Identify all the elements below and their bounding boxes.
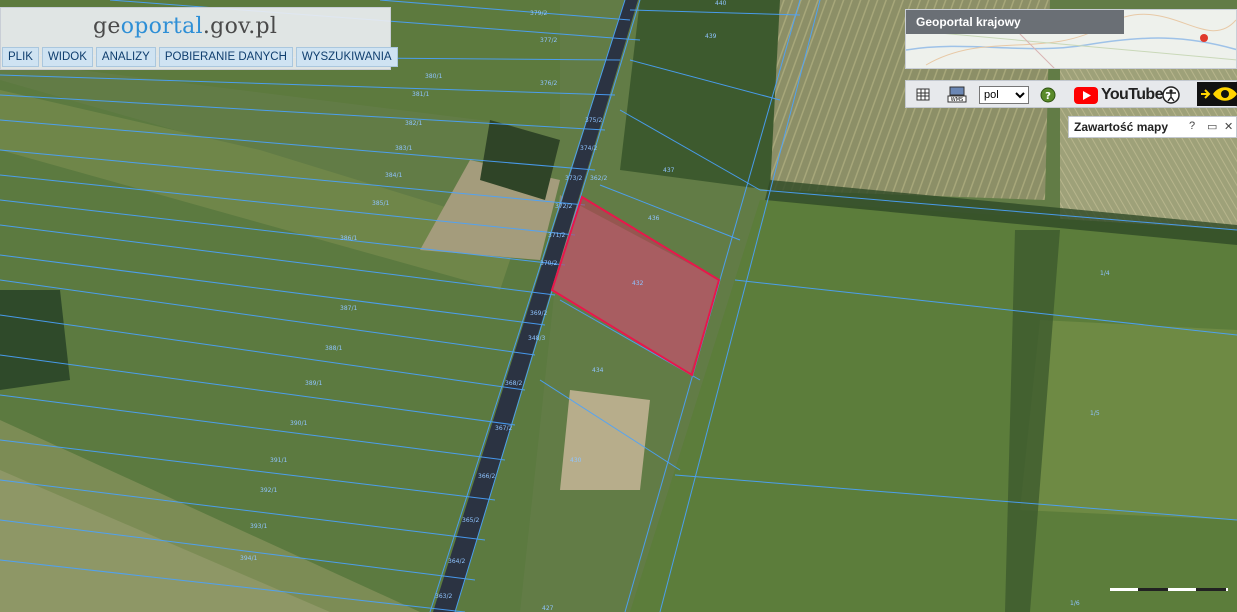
parcel-label: 364/2 bbox=[448, 558, 465, 565]
minimize-button[interactable]: ▭ bbox=[1207, 120, 1217, 133]
parcel-label: 391/1 bbox=[270, 457, 287, 464]
parcel-label: 367/2 bbox=[495, 425, 512, 432]
svg-text:WMS: WMS bbox=[951, 97, 963, 103]
youtube-icon bbox=[1074, 86, 1098, 104]
parcel-label: 380/1 bbox=[425, 73, 442, 80]
help-icon[interactable]: ? bbox=[1039, 85, 1057, 104]
parcel-label: 374/2 bbox=[580, 145, 597, 152]
toolbar: WMS pol ? YouTube bbox=[905, 80, 1237, 108]
parcel-label: 427 bbox=[542, 605, 554, 612]
parcel-label: 386/1 bbox=[340, 235, 357, 242]
parcel-label: 369/2 bbox=[530, 310, 547, 317]
wms-icon[interactable]: WMS bbox=[947, 85, 967, 104]
menu-pobieranie-danych[interactable]: POBIERANIE DANYCH bbox=[158, 47, 293, 67]
parcel-label: 394/1 bbox=[240, 555, 257, 562]
geoportal-logo[interactable]: geoportal.gov.pl bbox=[93, 14, 277, 39]
menu-widok[interactable]: WIDOK bbox=[41, 47, 93, 67]
parcel-label: 362/2 bbox=[590, 175, 607, 182]
close-button[interactable]: ✕ bbox=[1224, 120, 1233, 133]
language-select[interactable]: pol bbox=[979, 86, 1029, 104]
parcel-label: 393/1 bbox=[250, 523, 267, 530]
parcel-label: 375/2 bbox=[585, 117, 602, 124]
main-menu: PLIK WIDOK ANALIZY POBIERANIE DANYCH WYS… bbox=[1, 47, 398, 67]
parcel-label: 388/1 bbox=[325, 345, 342, 352]
parcel-label: 348/3 bbox=[528, 335, 545, 342]
location-marker-icon bbox=[1200, 34, 1208, 42]
parcel-label: 370/2 bbox=[540, 260, 557, 267]
parcel-label: 392/1 bbox=[260, 487, 277, 494]
parcel-label: 1/6 bbox=[1070, 600, 1080, 607]
parcel-label: 434 bbox=[592, 367, 604, 374]
parcel-label: 382/1 bbox=[405, 120, 422, 127]
parcel-label: 439 bbox=[705, 33, 717, 40]
parcel-label: 381/1 bbox=[412, 91, 429, 98]
parcel-label: 432 bbox=[632, 280, 644, 287]
parcel-label: 363/2 bbox=[435, 593, 452, 600]
parcel-label: 437 bbox=[663, 167, 675, 174]
parcel-label: 384/1 bbox=[385, 172, 402, 179]
youtube-link[interactable]: YouTube bbox=[1074, 84, 1163, 106]
logo-menu-panel: geoportal.gov.pl PLIK WIDOK ANALIZY POBI… bbox=[0, 7, 398, 70]
menu-analizy[interactable]: ANALIZY bbox=[95, 47, 156, 67]
overview-map-title: Geoportal krajowy bbox=[906, 10, 1124, 34]
help-button[interactable]: ? bbox=[1189, 120, 1195, 132]
parcel-label: 376/2 bbox=[540, 80, 557, 87]
parcel-label: 430 bbox=[570, 457, 582, 464]
high-contrast-button[interactable] bbox=[1197, 82, 1237, 106]
map-content-panel: Zawartość mapy ? ▭ ✕ bbox=[1068, 116, 1237, 138]
menu-plik[interactable]: PLIK bbox=[2, 47, 39, 67]
parcel-label: 372/2 bbox=[555, 203, 572, 210]
parcel-label: 390/1 bbox=[290, 420, 307, 427]
parcel-label: 1/5 bbox=[1090, 410, 1100, 417]
parcel-label: 373/2 bbox=[565, 175, 582, 182]
parcel-label: 436 bbox=[648, 215, 660, 222]
parcel-label: 385/1 bbox=[372, 200, 389, 207]
parcel-label: 379/2 bbox=[530, 10, 547, 17]
parcel-label: 371/2 bbox=[548, 232, 565, 239]
overview-map[interactable]: Geoportal krajowy bbox=[905, 9, 1237, 69]
table-icon[interactable] bbox=[915, 85, 931, 104]
parcel-label: 365/2 bbox=[462, 517, 479, 524]
menu-wyszukiwania[interactable]: WYSZUKIWANIA bbox=[295, 47, 398, 67]
parcel-label: 366/2 bbox=[478, 473, 495, 480]
parcel-label: 389/1 bbox=[305, 380, 322, 387]
map-content-title: Zawartość mapy bbox=[1074, 120, 1169, 134]
svg-text:?: ? bbox=[1045, 91, 1051, 102]
parcel-label: 440 bbox=[715, 0, 727, 7]
youtube-label: YouTube bbox=[1101, 86, 1163, 103]
parcel-label: 368/2 bbox=[505, 380, 522, 387]
scale-bar bbox=[1110, 588, 1228, 591]
parcel-label: 387/1 bbox=[340, 305, 357, 312]
accessibility-icon[interactable] bbox=[1161, 85, 1181, 104]
parcel-label: 383/1 bbox=[395, 145, 412, 152]
arrow-icon bbox=[1201, 89, 1211, 99]
eye-icon bbox=[1201, 87, 1237, 101]
parcel-label: 377/2 bbox=[540, 37, 557, 44]
parcel-label: 1/4 bbox=[1100, 270, 1110, 277]
